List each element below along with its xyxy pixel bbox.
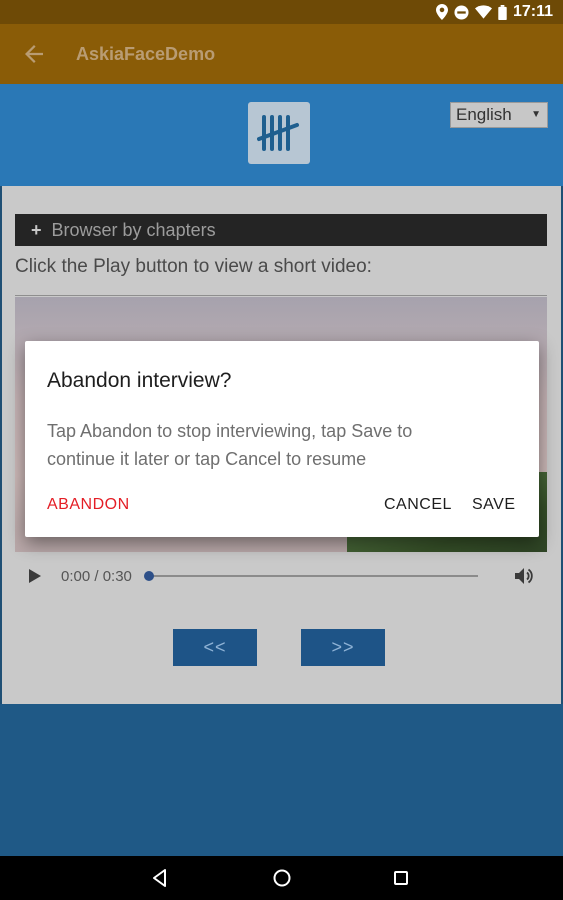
nav-back-button[interactable] (150, 868, 170, 888)
seek-knob[interactable] (143, 571, 154, 581)
status-time: 17:11 (512, 3, 553, 20)
volume-button[interactable] (515, 568, 533, 584)
volume-icon (515, 568, 533, 584)
abandon-dialog: Abandon interview? Tap Abandon to stop i… (25, 341, 539, 537)
instruction-text: Click the Play button to view a short vi… (15, 256, 372, 277)
chapters-toggle[interactable]: + Browser by chapters (15, 214, 547, 246)
system-navigation-bar (0, 856, 563, 900)
play-button[interactable] (29, 568, 45, 584)
divider (15, 295, 547, 296)
back-button[interactable] (14, 34, 54, 74)
abandon-button[interactable]: ABANDON (47, 496, 130, 514)
language-selected: English (456, 105, 512, 124)
battery-icon (498, 4, 507, 20)
seek-bar[interactable] (143, 571, 478, 581)
nav-home-button[interactable] (272, 868, 292, 888)
save-button[interactable]: SAVE (472, 496, 516, 514)
square-recents-icon (394, 871, 408, 885)
app-title: AskiaFaceDemo (76, 43, 216, 64)
wifi-icon (474, 5, 492, 19)
dialog-title: Abandon interview? (47, 369, 232, 392)
video-controls: 0:00 / 0:30 (15, 560, 547, 592)
previous-button[interactable]: << (173, 629, 257, 666)
app-logo (248, 102, 310, 164)
do-not-disturb-icon (454, 4, 469, 20)
next-button[interactable]: >> (301, 629, 385, 666)
nav-recents-button[interactable] (391, 868, 411, 888)
cancel-button[interactable]: CANCEL (384, 496, 452, 514)
language-select[interactable]: English ▼ (450, 102, 548, 128)
video-time: 0:00 / 0:30 (61, 567, 132, 585)
tally-marks-icon (257, 115, 299, 151)
chapters-label: Browser by chapters (51, 219, 216, 240)
triangle-back-icon (153, 869, 166, 887)
play-icon (29, 569, 41, 583)
app-bar: AskiaFaceDemo (0, 24, 563, 84)
circle-home-icon (273, 869, 291, 887)
arrow-back-icon (25, 45, 43, 63)
page-footer (0, 704, 563, 856)
dialog-message: Tap Abandon to stop interviewing, tap Sa… (47, 421, 413, 469)
plus-icon: + (31, 219, 42, 240)
dropdown-caret-icon: ▼ (531, 109, 541, 120)
location-icon (435, 4, 448, 20)
status-bar: 17:11 (0, 0, 563, 24)
